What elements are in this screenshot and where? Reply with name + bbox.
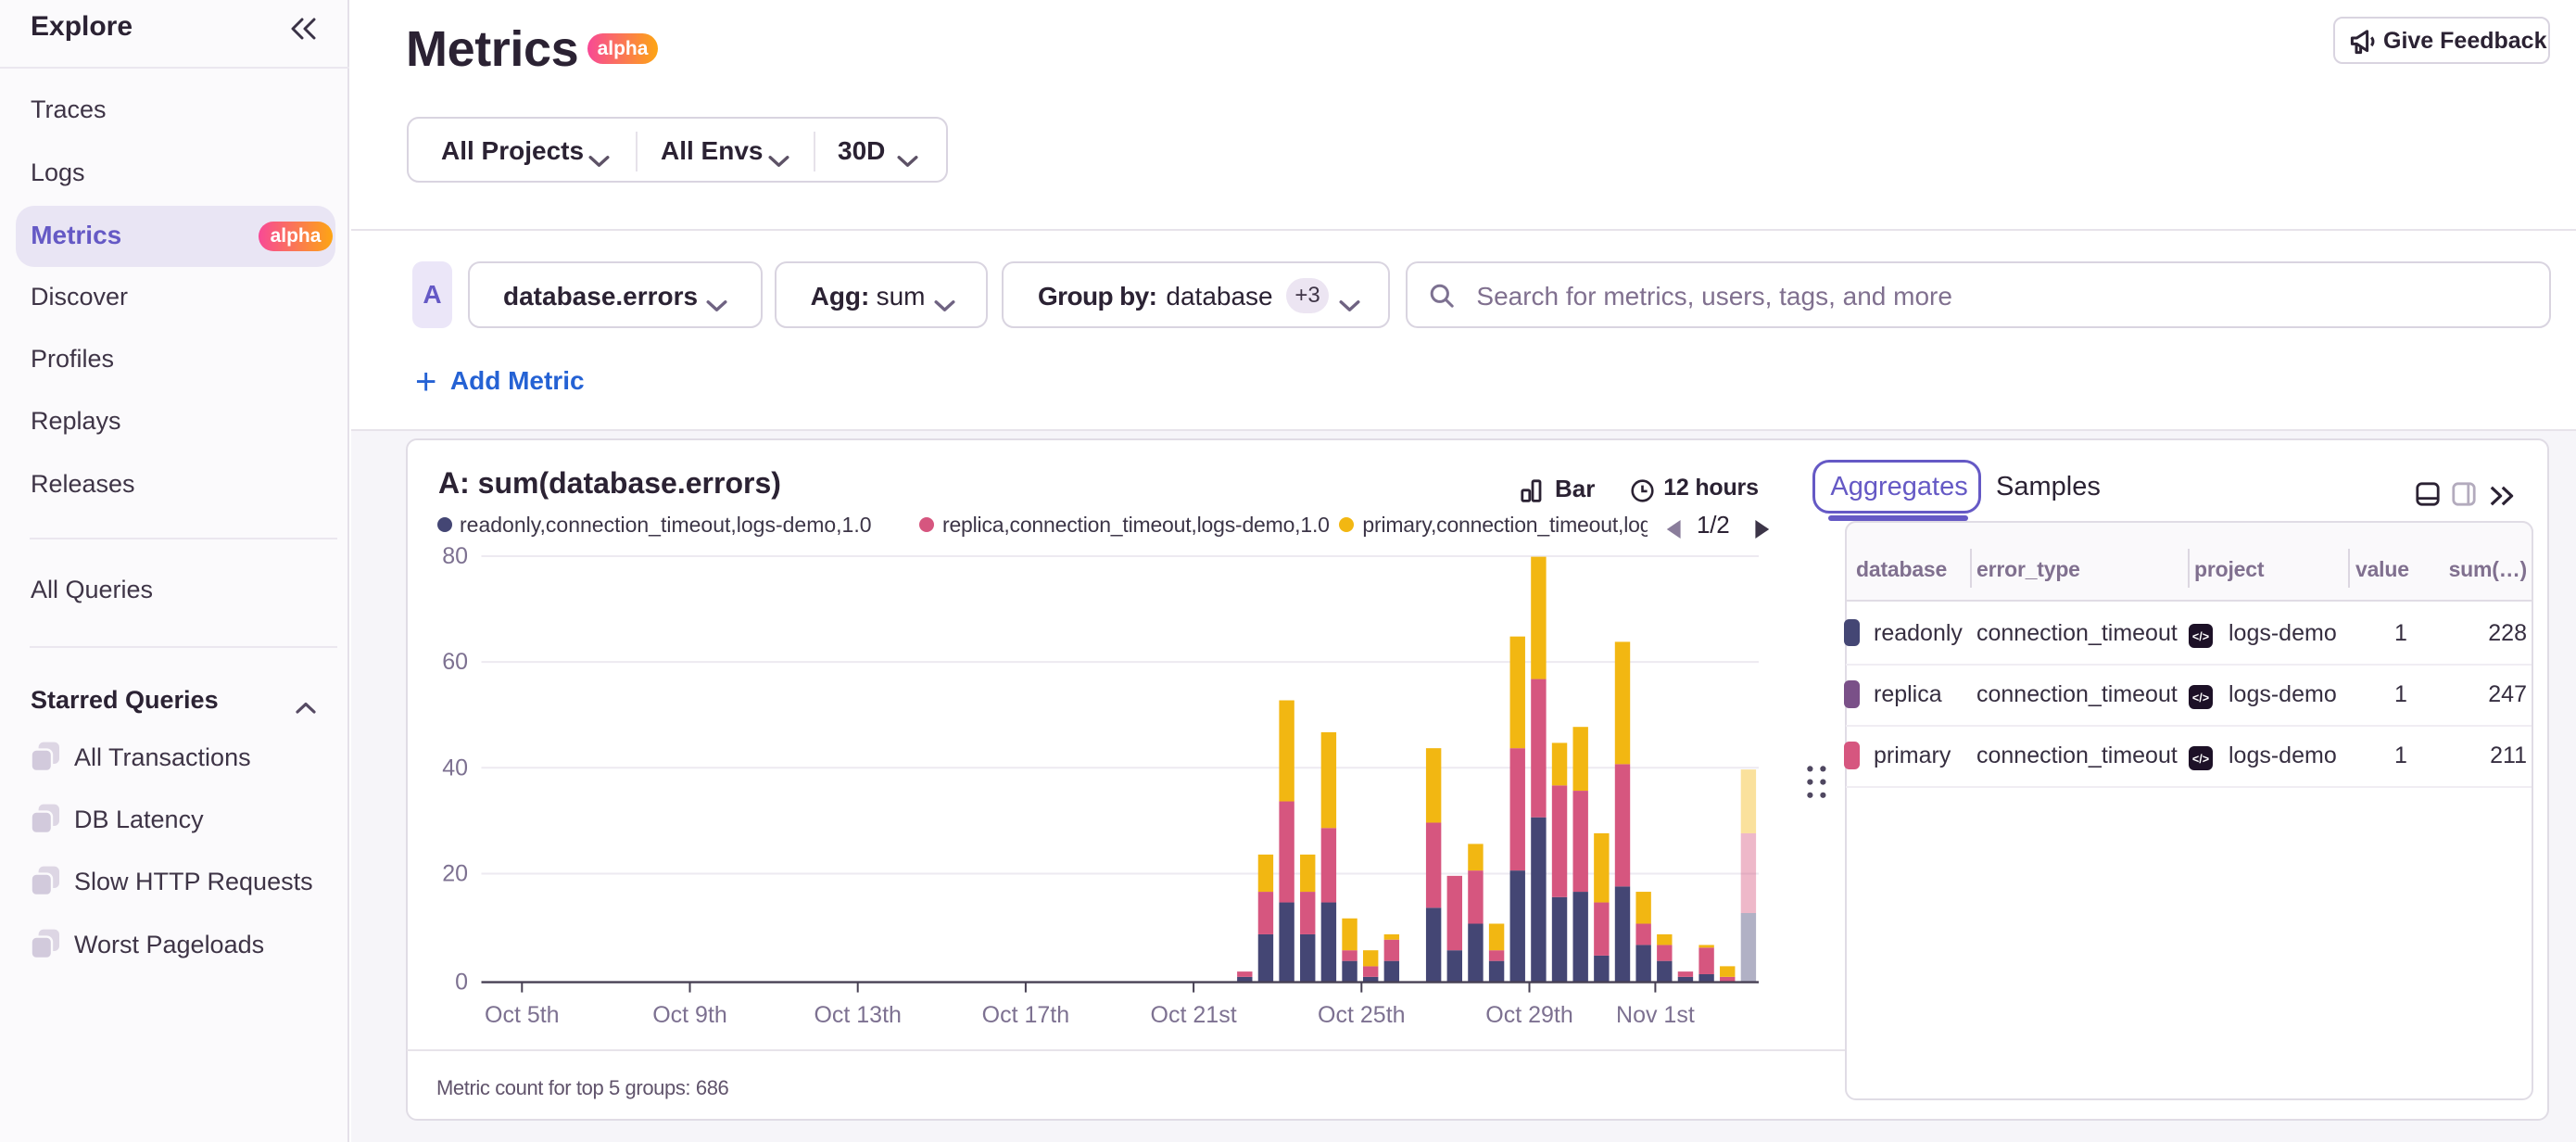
svg-text:Oct 29th: Oct 29th (1485, 1002, 1573, 1028)
svg-text:Oct 25th: Oct 25th (1318, 1002, 1406, 1028)
svg-text:40: 40 (442, 755, 468, 780)
svg-text:Oct 13th: Oct 13th (814, 1002, 902, 1028)
svg-text:Oct 5th: Oct 5th (485, 1002, 560, 1028)
svg-text:Oct 9th: Oct 9th (652, 1002, 727, 1028)
svg-text:Nov 1st: Nov 1st (1616, 1002, 1695, 1028)
svg-text:60: 60 (442, 649, 468, 675)
svg-text:Oct 21st: Oct 21st (1151, 1002, 1237, 1028)
svg-text:Oct 17th: Oct 17th (982, 1002, 1070, 1028)
svg-text:80: 80 (442, 543, 468, 569)
svg-text:20: 20 (442, 860, 468, 886)
svg-text:</>: </> (2192, 753, 2209, 766)
svg-text:0: 0 (455, 970, 468, 996)
svg-text:</>: </> (2192, 692, 2209, 704)
svg-text:</>: </> (2192, 630, 2209, 643)
